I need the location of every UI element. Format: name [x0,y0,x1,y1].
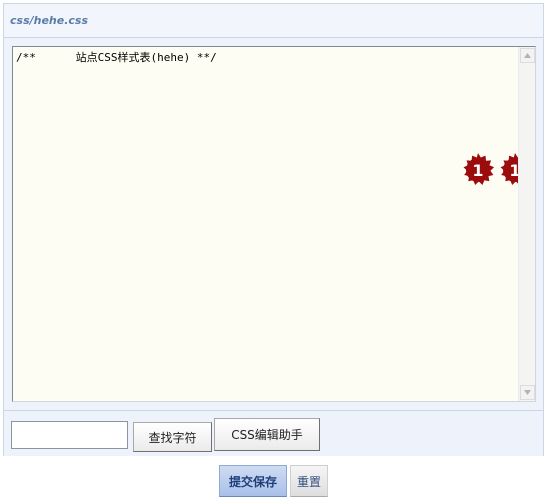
badge-label: 1 [472,161,483,180]
editor-scrollbar[interactable] [518,47,535,401]
form-actions: 提交保存 重置 [0,465,550,497]
panel-header: css/hehe.css [4,4,543,38]
search-input[interactable] [11,421,128,449]
editor-content[interactable]: /** 站点CSS样式表(hehe) **/ [16,51,515,397]
editor-toolbar: 查找字符 CSS编辑助手 [4,410,543,456]
scroll-up-button[interactable] [520,48,535,63]
css-editor-textarea[interactable]: /** 站点CSS样式表(hehe) **/ 1 1 [12,46,536,402]
scroll-down-button[interactable] [520,385,535,400]
starburst-badge-icon: 1 [463,153,495,185]
triangle-down-icon [524,390,531,395]
triangle-up-icon [524,53,531,58]
find-button[interactable]: 查找字符 [133,422,212,452]
reset-button[interactable]: 重置 [290,465,328,497]
css-editor-panel: css/hehe.css /** 站点CSS样式表(hehe) **/ 1 1 … [3,3,544,456]
css-helper-button[interactable]: CSS编辑助手 [214,418,320,451]
file-path-title: css/hehe.css [10,14,89,27]
submit-save-button[interactable]: 提交保存 [219,465,287,497]
